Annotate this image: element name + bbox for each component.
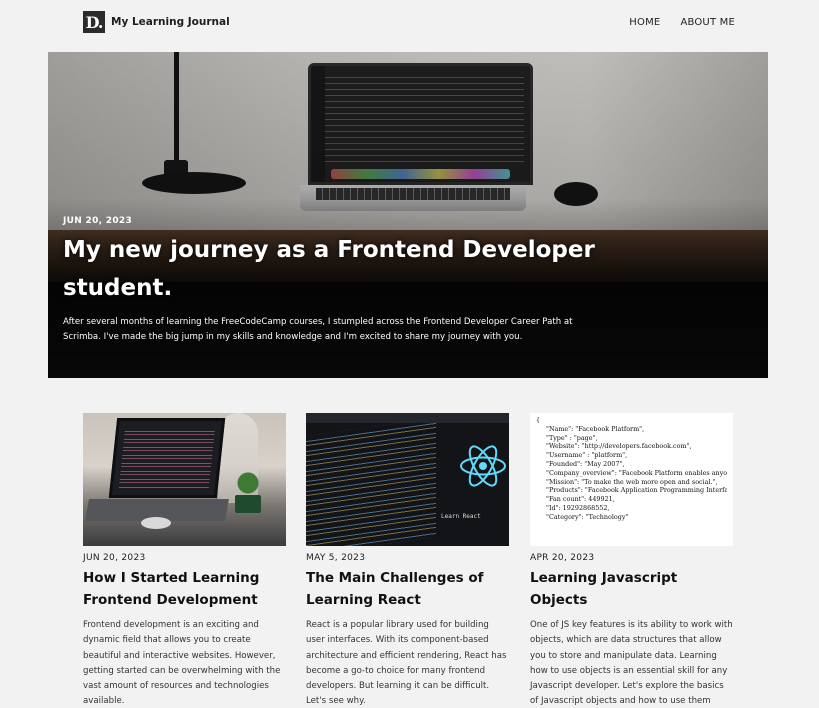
post-title[interactable]: The Main Challenges of Learning React: [306, 567, 509, 611]
json-line: "Id": 19292868552,: [546, 503, 610, 512]
json-line: "Website": "http://developers.facebook.c…: [546, 442, 692, 451]
post-description: Frontend development is an exciting and …: [83, 620, 281, 707]
hero-post[interactable]: JUN 20, 2023 My new journey as a Fronten…: [48, 52, 768, 378]
json-line: "Products": "Facebook Application Progra…: [546, 486, 727, 495]
json-line: "Name": "Facebook Platform",: [546, 424, 645, 433]
json-line: "Type" : "page",: [546, 433, 598, 442]
post-date: JUN 20, 2023: [83, 553, 146, 563]
json-line: "Founded": "May 2007",: [546, 459, 625, 468]
hero-title[interactable]: My new journey as a Frontend Developer s…: [63, 231, 603, 307]
logo-link[interactable]: D. My Learning Journal: [83, 11, 230, 33]
json-line: "Fan count": 449921,: [546, 495, 615, 504]
logo-icon: D.: [83, 11, 105, 33]
post-title[interactable]: How I Started Learning Frontend Developm…: [83, 567, 286, 611]
site-header: D. My Learning Journal HOME ABOUT ME: [83, 10, 735, 34]
post-title[interactable]: Learning Javascript Objects: [530, 567, 733, 611]
hero-content: JUN 20, 2023 My new journey as a Fronten…: [63, 216, 603, 345]
json-line: {: [536, 416, 541, 424]
post-thumbnail[interactable]: Learn React: [306, 413, 509, 546]
post-date: MAY 5, 2023: [306, 553, 366, 563]
post-card[interactable]: JUN 20, 2023 How I Started Learning Fron…: [83, 413, 286, 708]
site-title: My Learning Journal: [111, 16, 230, 28]
main-nav: HOME ABOUT ME: [629, 17, 735, 28]
nav-about-link[interactable]: ABOUT ME: [680, 17, 735, 28]
json-line: "Mission": "To make the web more open an…: [546, 477, 718, 486]
post-date: APR 20, 2023: [530, 553, 595, 563]
post-card[interactable]: Learn React MAY 5, 2023 The Main Challen…: [306, 413, 509, 708]
hero-date: JUN 20, 2023: [63, 216, 133, 226]
post-thumbnail[interactable]: { "Name": "Facebook Platform", "Type" : …: [530, 413, 733, 546]
hero-description: After several months of learning the Fre…: [63, 317, 573, 342]
json-line: "Company_overview": "Facebook Platform e…: [546, 468, 727, 477]
post-description: React is a popular library used for buil…: [306, 620, 507, 707]
post-card[interactable]: { "Name": "Facebook Platform", "Type" : …: [530, 413, 733, 708]
nav-home-link[interactable]: HOME: [629, 17, 660, 28]
thumbnail-caption: Learn React: [441, 513, 481, 520]
post-thumbnail[interactable]: [83, 413, 286, 546]
json-line: "Category": "Technology": [546, 512, 629, 521]
post-description: One of JS key features is its ability to…: [530, 620, 733, 707]
json-line: "Username" : "platform",: [546, 451, 628, 460]
react-logo-icon: [460, 445, 506, 487]
